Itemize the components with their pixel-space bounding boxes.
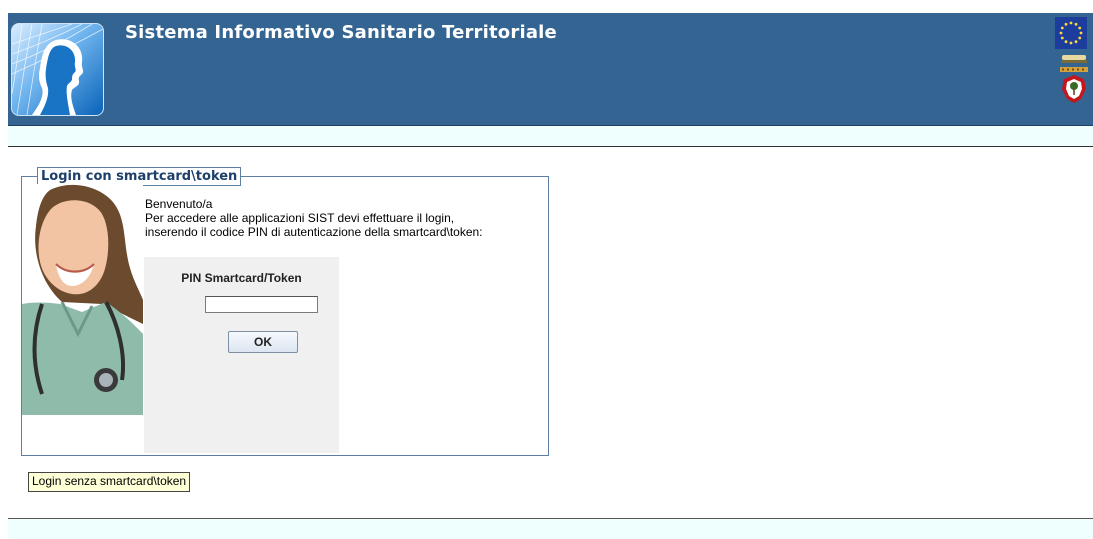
footer-bar: [8, 519, 1093, 539]
sub-header-bar: [8, 126, 1093, 147]
region-crest-icon: [1059, 53, 1089, 107]
ok-button[interactable]: OK: [228, 331, 298, 353]
app-header: Sistema Informativo Sanitario Territoria…: [8, 13, 1093, 126]
login-without-smartcard-link[interactable]: Login senza smartcard\token: [28, 472, 191, 492]
welcome-line: Per accedere alle applicazioni SIST devi…: [145, 211, 455, 225]
profile-head-logo-icon: [11, 23, 104, 116]
welcome-text: Benvenuto/a Per accedere alle applicazio…: [145, 197, 483, 239]
pin-label: PIN Smartcard/Token: [181, 271, 302, 285]
pin-input[interactable]: [205, 296, 318, 313]
pin-form: PIN Smartcard/Token OK: [144, 257, 339, 453]
app-title: Sistema Informativo Sanitario Territoria…: [125, 22, 557, 43]
welcome-line: Benvenuto/a: [145, 197, 213, 211]
eu-flag-icon: [1055, 17, 1087, 49]
welcome-line: inserendo il codice PIN di autenticazion…: [145, 225, 483, 239]
doctor-photo: [22, 184, 143, 415]
